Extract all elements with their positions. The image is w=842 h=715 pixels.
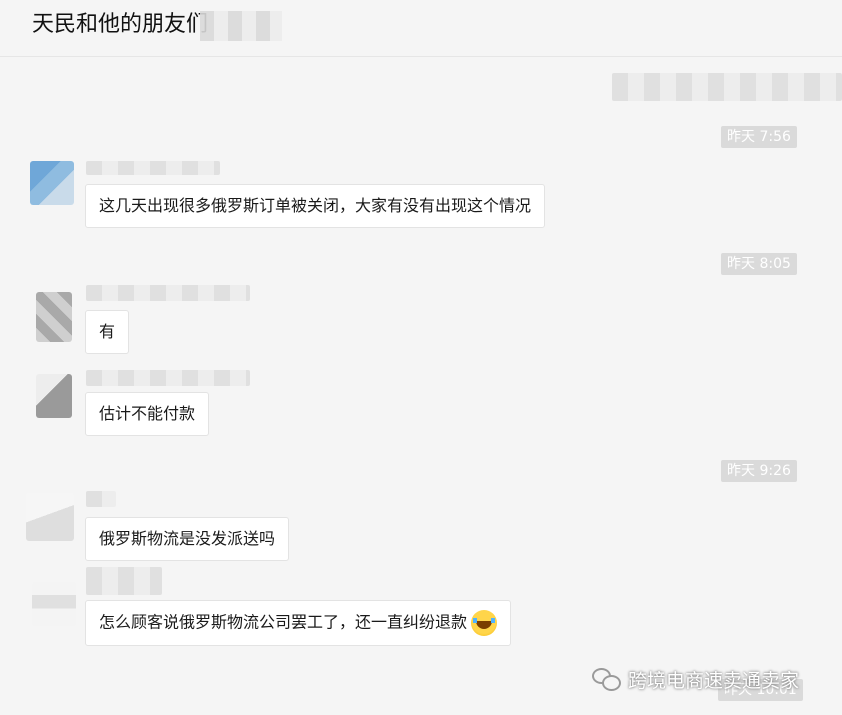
timestamp-badge: 昨天 9:26 [721,460,797,482]
avatar[interactable] [36,374,72,418]
message-list[interactable]: 昨天 7:56 这几天出现很多俄罗斯订单被关闭，大家有没有出现这个情况 昨天 8… [0,57,842,715]
watermark: 跨境电商速卖通卖家 [592,666,799,692]
message-bubble[interactable]: 这几天出现很多俄罗斯订单被关闭，大家有没有出现这个情况 [85,184,546,228]
title-blur-mask [200,11,282,41]
timestamp-badge: 昨天 7:56 [721,126,797,148]
message-bubble[interactable]: 俄罗斯物流是没发派送吗 [85,517,290,561]
crying-laughing-emoji-icon [471,610,498,636]
sender-name-blur [86,370,250,386]
sender-name-blur [86,161,220,175]
avatar[interactable] [26,493,74,541]
sender-name-blur [86,567,162,595]
chat-header: 天民和他的朋友们 [0,0,842,57]
chat-title: 天民和他的朋友们 [32,12,209,37]
avatar[interactable] [32,582,76,626]
wechat-icon [592,668,622,691]
watermark-text: 跨境电商速卖通卖家 [628,669,800,692]
avatar[interactable] [36,292,72,342]
message-text: 怎么顾客说俄罗斯物流公司罢工了，还一直纠纷退款 [99,612,468,632]
message-bubble[interactable]: 有 [85,310,130,354]
sender-name-blur [86,491,116,507]
blurred-message-strip [612,73,842,101]
message-bubble[interactable]: 估计不能付款 [85,392,210,436]
message-bubble[interactable]: 怎么顾客说俄罗斯物流公司罢工了，还一直纠纷退款 [85,600,512,646]
timestamp-badge: 昨天 8:05 [721,253,797,275]
sender-name-blur [86,285,250,301]
avatar[interactable] [30,161,74,205]
